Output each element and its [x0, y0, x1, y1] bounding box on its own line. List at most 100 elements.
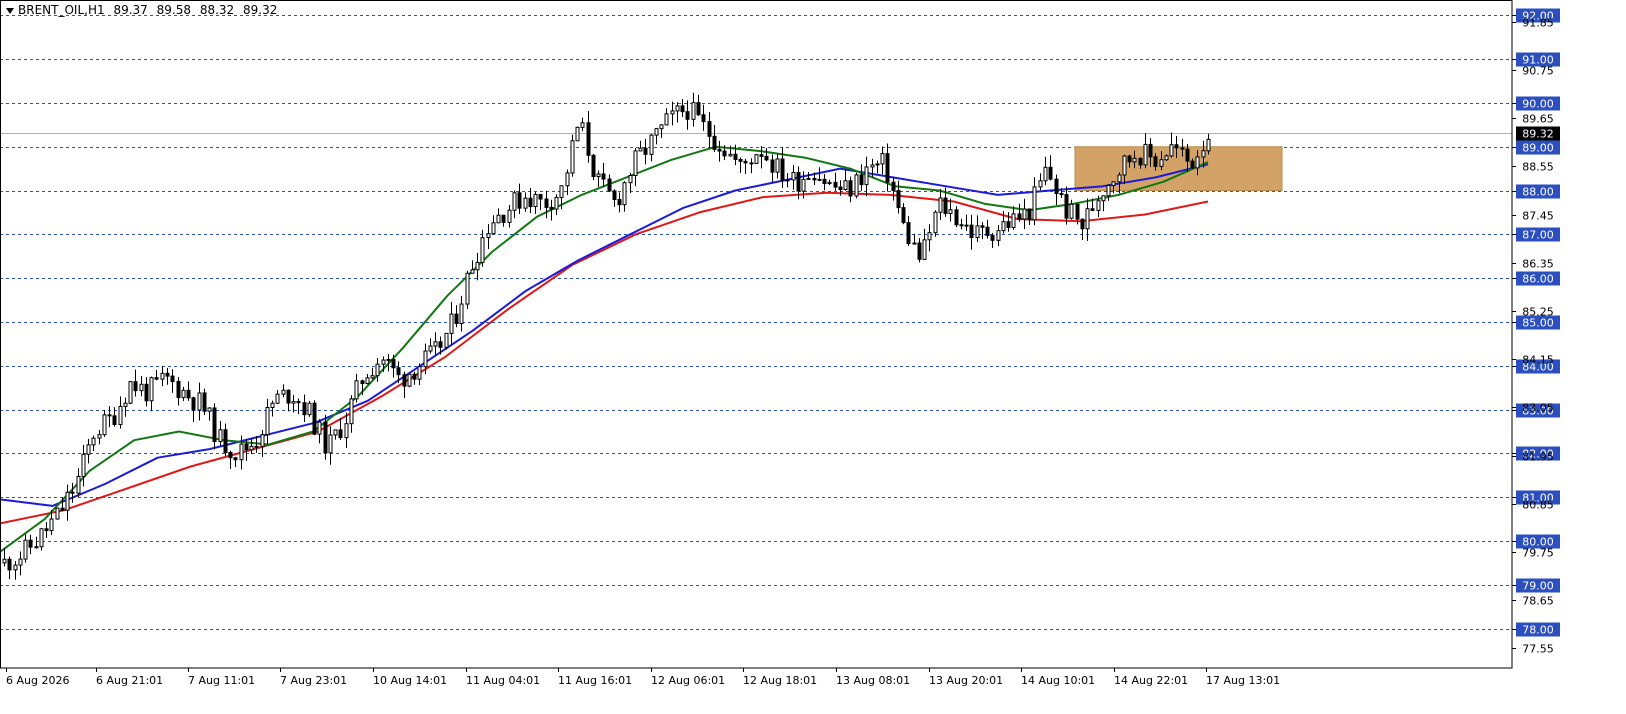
candle-bull [1069, 203, 1074, 219]
price-tick-label: 78.65 [1522, 595, 1554, 608]
candle-bull [486, 233, 491, 239]
candle-bull [728, 153, 733, 157]
candle-bear [586, 122, 591, 156]
candle-bear [1174, 144, 1179, 149]
candle-bear [286, 389, 291, 404]
price-tick-label: 81.95 [1522, 451, 1554, 464]
candle-bull [317, 421, 322, 435]
candle-bear [112, 415, 117, 425]
price-level-label: 78.00 [1522, 624, 1554, 637]
candle-bull [444, 332, 449, 348]
candle-bull [76, 475, 81, 494]
candle-bull [1043, 166, 1048, 182]
candle-bull [139, 383, 144, 392]
candle-bull [465, 272, 470, 305]
candle-bull [423, 350, 428, 368]
candle-bull [197, 392, 202, 411]
candle-bear [833, 181, 838, 188]
candle-bull [291, 400, 296, 404]
candle-bull [996, 230, 1001, 241]
candle-bear [60, 507, 65, 511]
time-label: 14 Aug 10:01 [1021, 674, 1095, 687]
candle-bull [801, 178, 806, 192]
candle-bull [554, 196, 559, 210]
candle-bull [638, 147, 643, 152]
candle-bull [480, 237, 485, 263]
time-label: 6 Aug 2026 [6, 674, 69, 687]
candle-bear [680, 105, 685, 113]
candle-bull [1085, 208, 1090, 230]
candle-bear [144, 383, 149, 402]
candle-bull [34, 546, 39, 549]
candle-bull [691, 102, 696, 120]
price-chart[interactable]: 78.0079.0080.0081.0082.0083.0084.0085.00… [0, 0, 1626, 714]
candle-bull [81, 453, 86, 477]
candle-bear [796, 171, 801, 192]
candle-bull [654, 128, 659, 136]
candle-bear [1190, 160, 1195, 169]
candle-bull [580, 122, 585, 128]
candle-bear [733, 153, 738, 160]
time-label: 12 Aug 06:01 [651, 674, 725, 687]
price-tick-label: 80.85 [1522, 499, 1554, 512]
price-level-label: 89.00 [1522, 142, 1554, 155]
candle-bear [607, 178, 612, 192]
candle-bull [39, 528, 44, 548]
price-tick-label: 79.75 [1522, 547, 1554, 560]
open-value: 89.37 [113, 3, 148, 17]
candle-bull [265, 407, 270, 436]
candle-bull [1096, 200, 1101, 211]
candle-bear [838, 186, 843, 191]
candle-bear [643, 147, 648, 155]
dropdown-triangle-icon[interactable] [6, 7, 14, 14]
candle-bear [717, 148, 722, 152]
candle-bull [365, 377, 370, 385]
candle-bear [107, 414, 112, 417]
candle-bull [596, 173, 601, 178]
candle-bull [97, 434, 102, 439]
candle-bull [149, 377, 154, 402]
candle-bull [2, 558, 7, 564]
candle-bear [170, 375, 175, 382]
candle-bull [933, 211, 938, 234]
candle-bear [1090, 208, 1095, 211]
candle-bull [491, 222, 496, 235]
candle-bear [917, 242, 922, 260]
candle-bear [885, 153, 890, 183]
time-label: 11 Aug 16:01 [558, 674, 632, 687]
price-level-label: 88.00 [1522, 186, 1554, 199]
candle-bull [559, 185, 564, 198]
candle-bear [701, 114, 706, 123]
candle-bear [501, 214, 506, 223]
candle-bull [1106, 184, 1111, 197]
candle-bull [1169, 144, 1174, 157]
candle-bull [307, 402, 312, 416]
candle-bull [49, 518, 54, 532]
candle-bull [459, 303, 464, 324]
candle-bear [906, 222, 911, 244]
close-value: 89.32 [243, 3, 278, 17]
price-tick-label: 91.85 [1522, 17, 1554, 30]
candle-bull [91, 437, 96, 446]
candle-bear [685, 111, 690, 120]
candle-bear [7, 558, 12, 571]
candle-bull [843, 180, 848, 191]
candle-bull [1206, 138, 1211, 152]
candle-bear [212, 407, 217, 443]
candle-bear [154, 377, 159, 380]
candle-bull [207, 407, 212, 412]
candle-bull [260, 434, 265, 447]
candle-bear [1017, 213, 1022, 220]
chart-header: BRENT_OIL,H1 89.37 89.58 88.32 89.32 [6, 3, 282, 17]
symbol-label: BRENT_OIL,H1 [18, 3, 105, 17]
candle-bear [412, 373, 417, 380]
candle-bear [738, 158, 743, 162]
candle-bear [712, 135, 717, 150]
candle-bull [754, 154, 759, 164]
candle-bear [323, 421, 328, 454]
candle-bear [191, 397, 196, 411]
candle-bull [123, 402, 128, 407]
candle-bull [633, 150, 638, 176]
candle-bull [622, 182, 627, 206]
price-tick-label: 87.45 [1522, 210, 1554, 223]
